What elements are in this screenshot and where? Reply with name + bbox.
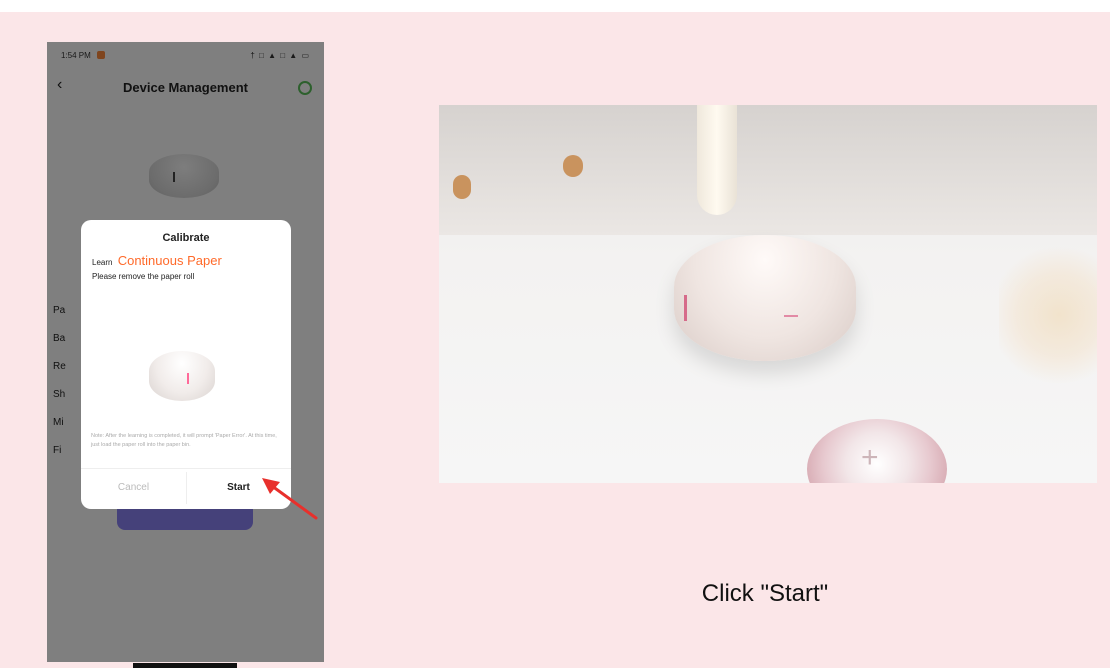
photo-background: [439, 105, 1097, 235]
furniture-leg: [563, 155, 583, 177]
printer-illustration: [149, 351, 215, 401]
furniture-leg: [453, 175, 471, 199]
dialog-divider: [81, 468, 291, 469]
cancel-button[interactable]: Cancel: [81, 482, 186, 493]
paper-type-label: Continuous Paper: [117, 253, 222, 268]
paper-slot: [784, 315, 798, 317]
printer-device: [674, 235, 856, 361]
lamp: [697, 105, 737, 215]
learn-line: Learn Continuous Paper: [92, 253, 222, 268]
home-indicator: [133, 663, 237, 668]
dialog-instruction: Please remove the paper roll: [92, 272, 195, 281]
phone-screenshot: 1:54 PM † □ ▲ □ ▲ ▭ ‹ Device Management …: [47, 42, 324, 662]
learn-prefix: Learn: [92, 258, 113, 267]
dialog-title: Calibrate: [162, 232, 210, 244]
paper-slot: [684, 295, 687, 321]
paper-roll: [807, 419, 947, 483]
instruction-caption: Click "Start": [701, 580, 829, 607]
decor-fluff: [999, 245, 1097, 385]
dialog-note: Note: After the learning is completed, i…: [91, 433, 277, 448]
red-arrow-icon: [262, 478, 318, 520]
calibrate-dialog: Calibrate Learn Continuous Paper Please …: [81, 220, 291, 509]
printer-photo: [439, 105, 1097, 483]
